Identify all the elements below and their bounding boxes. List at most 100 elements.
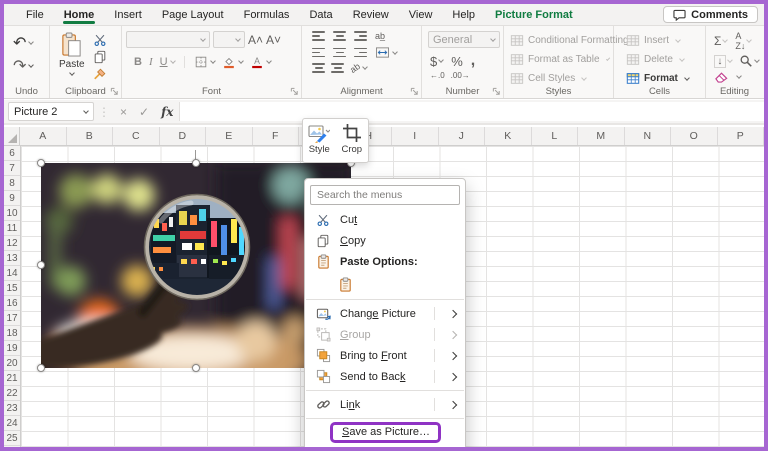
ribbon-tab-review[interactable]: Review — [343, 4, 399, 25]
row-header-20[interactable]: 20 — [4, 356, 20, 371]
row-header-9[interactable]: 9 — [4, 191, 20, 206]
row-header-6[interactable]: 6 — [4, 146, 20, 161]
row-header-21[interactable]: 21 — [4, 371, 20, 386]
name-box[interactable]: Picture 2 — [8, 102, 94, 121]
ribbon-tab-data[interactable]: Data — [299, 4, 342, 25]
row-header-11[interactable]: 11 — [4, 221, 20, 236]
decrease-indent-button[interactable] — [312, 63, 323, 73]
row-header-19[interactable]: 19 — [4, 341, 20, 356]
number-dialog-launcher[interactable] — [492, 87, 501, 96]
column-header-O[interactable]: O — [671, 127, 718, 145]
column-header-B[interactable]: B — [67, 127, 114, 145]
find-select-button[interactable] — [739, 54, 753, 68]
menu-item-save-as-picture[interactable]: Save as Picture… — [305, 422, 465, 443]
format-as-table-button[interactable]: Format as Table — [510, 51, 609, 68]
ribbon-tab-view[interactable]: View — [399, 4, 443, 25]
font-name-combo[interactable] — [126, 31, 210, 48]
insert-cells-button[interactable]: Insert — [626, 32, 701, 49]
conditional-formatting-button[interactable]: Conditional Formatting — [510, 32, 609, 49]
selection-handle[interactable] — [37, 364, 45, 372]
sort-filter-button[interactable]: AZ↓ — [735, 31, 745, 51]
comments-button[interactable]: Comments — [663, 6, 758, 23]
menu-item-bring-to-front[interactable]: Bring to Front — [305, 345, 465, 366]
align-center-button[interactable] — [333, 48, 346, 58]
insert-function-button[interactable]: fx — [155, 105, 179, 119]
row-header-10[interactable]: 10 — [4, 206, 20, 221]
top-align-button[interactable] — [312, 31, 325, 41]
formula-input[interactable] — [179, 102, 764, 121]
row-header-15[interactable]: 15 — [4, 281, 20, 296]
row-header-14[interactable]: 14 — [4, 266, 20, 281]
row-header-7[interactable]: 7 — [4, 161, 20, 176]
column-header-F[interactable]: F — [253, 127, 300, 145]
cut-icon[interactable] — [93, 33, 107, 47]
borders-button[interactable] — [194, 55, 208, 69]
ribbon-tab-formulas[interactable]: Formulas — [234, 4, 300, 25]
selection-handle[interactable] — [37, 159, 45, 167]
row-header-25[interactable]: 25 — [4, 431, 20, 446]
row-header-18[interactable]: 18 — [4, 326, 20, 341]
bottom-align-button[interactable] — [354, 31, 367, 41]
column-header-K[interactable]: K — [485, 127, 532, 145]
decrease-font-size-button[interactable]: A˅ — [266, 33, 281, 47]
copy-icon[interactable] — [93, 50, 107, 64]
ribbon-tab-insert[interactable]: Insert — [104, 4, 152, 25]
row-header-26[interactable]: 26 — [4, 446, 20, 447]
row-header-16[interactable]: 16 — [4, 296, 20, 311]
paste-button[interactable]: Paste — [54, 31, 90, 76]
paste-option-keep-source[interactable] — [305, 272, 465, 296]
selection-handle[interactable] — [37, 261, 45, 269]
percent-format-button[interactable]: % — [451, 54, 463, 69]
redo-button[interactable]: ↷ — [13, 56, 33, 76]
align-left-button[interactable] — [312, 48, 325, 58]
decrease-decimal-button[interactable]: .00→ — [451, 71, 470, 80]
currency-format-button[interactable]: $ — [430, 54, 437, 69]
column-header-I[interactable]: I — [392, 127, 439, 145]
row-header-23[interactable]: 23 — [4, 401, 20, 416]
font-size-combo[interactable] — [213, 31, 245, 48]
menu-item-send-to-back[interactable]: Send to Back — [305, 366, 465, 387]
column-header-A[interactable]: A — [20, 127, 67, 145]
selection-handle[interactable] — [192, 364, 200, 372]
fill-button[interactable]: ↓ — [714, 55, 726, 68]
format-painter-icon[interactable] — [93, 67, 107, 81]
ribbon-tab-home[interactable]: Home — [54, 4, 105, 25]
menu-search-input[interactable] — [310, 185, 460, 205]
column-header-L[interactable]: L — [532, 127, 579, 145]
fill-color-button[interactable] — [222, 55, 236, 69]
alignment-dialog-launcher[interactable] — [410, 87, 419, 96]
row-header-12[interactable]: 12 — [4, 236, 20, 251]
column-header-J[interactable]: J — [439, 127, 486, 145]
increase-indent-button[interactable] — [331, 63, 342, 73]
align-right-button[interactable] — [354, 48, 367, 58]
menu-item-change-picture[interactable]: Change Picture — [305, 303, 465, 324]
menu-item-link[interactable]: Link — [305, 394, 465, 415]
increase-font-size-button[interactable]: A˄ — [248, 33, 263, 47]
menu-item-group[interactable]: Group — [305, 324, 465, 345]
clipboard-dialog-launcher[interactable] — [110, 87, 119, 96]
format-cells-button[interactable]: Format — [626, 70, 701, 87]
wrap-text-button[interactable]: ab̲ — [375, 31, 385, 41]
font-dialog-launcher[interactable] — [290, 87, 299, 96]
ribbon-tab-help[interactable]: Help — [442, 4, 485, 25]
column-header-E[interactable]: E — [206, 127, 253, 145]
row-header-17[interactable]: 17 — [4, 311, 20, 326]
underline-button[interactable]: U — [160, 56, 168, 68]
column-header-P[interactable]: P — [718, 127, 765, 145]
orientation-button[interactable]: ab — [348, 61, 362, 75]
row-header-22[interactable]: 22 — [4, 386, 20, 401]
menu-item-copy[interactable]: Copy — [305, 230, 465, 251]
ribbon-tab-file[interactable]: File — [16, 4, 54, 25]
column-header-N[interactable]: N — [625, 127, 672, 145]
confirm-entry-button[interactable]: ✓ — [133, 105, 155, 119]
autosum-button[interactable]: Σ — [714, 34, 721, 48]
ribbon-tab-page-layout[interactable]: Page Layout — [152, 4, 234, 25]
cell-styles-button[interactable]: Cell Styles — [510, 70, 609, 87]
undo-button[interactable]: ↶ — [13, 33, 33, 53]
bold-button[interactable]: B — [134, 56, 142, 68]
row-header-8[interactable]: 8 — [4, 176, 20, 191]
column-header-C[interactable]: C — [113, 127, 160, 145]
merge-center-button[interactable] — [375, 46, 390, 59]
column-header-D[interactable]: D — [160, 127, 207, 145]
delete-cells-button[interactable]: Delete — [626, 51, 701, 68]
